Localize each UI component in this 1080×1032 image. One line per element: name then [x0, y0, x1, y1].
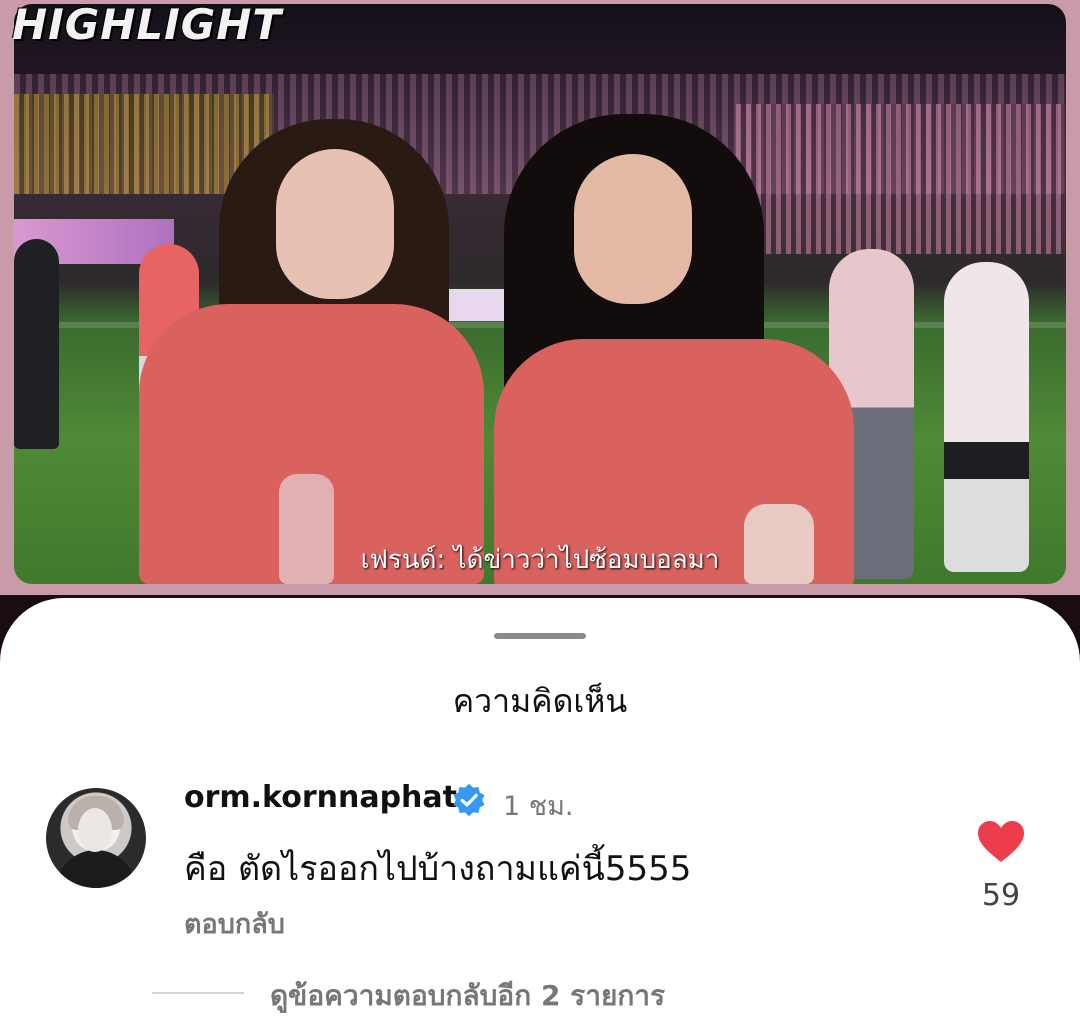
heart-icon[interactable] [977, 820, 1025, 864]
background-person [944, 262, 1029, 572]
comments-sheet: ความคิดเห็น orm.kornnaphat 1 ชม. คือ ตัด… [0, 598, 1080, 1032]
background-person [14, 239, 59, 449]
sheet-title: ความคิดเห็น [452, 682, 628, 720]
avatar[interactable] [46, 788, 146, 888]
comment-timestamp: 1 ชม. [503, 791, 574, 822]
woman-right-face [574, 154, 692, 304]
video-frame[interactable]: เฟรนด์: ได้ข่าวว่าไปซ้อมบอลมา [14, 4, 1066, 584]
comment-username[interactable]: orm.kornnaphat [184, 780, 457, 815]
stadium-stands-right [736, 104, 1066, 254]
thread-divider [152, 992, 244, 994]
drag-handle[interactable] [494, 633, 586, 639]
app-frame: เฟรนด์: ได้ข่าวว่าไปซ้อมบอลมา HIGHLIGHT … [0, 0, 1080, 1032]
avatar-body [56, 850, 136, 888]
woman-left-face [276, 149, 394, 299]
avatar-face [78, 808, 112, 852]
video-subtitle: เฟรนด์: ได้ข่าวว่าไปซ้อมบอลมา [360, 545, 720, 575]
video-player[interactable]: เฟรนด์: ได้ข่าวว่าไปซ้อมบอลมา HIGHLIGHT [0, 0, 1080, 595]
view-replies-button[interactable]: ดูข้อความตอบกลับอีก 2 รายการ [270, 974, 665, 1018]
reply-button[interactable]: ตอบกลับ [184, 902, 285, 945]
comment-text: คือ ตัดไรออกไปบ้างถามแค่นี้5555 [184, 849, 692, 889]
like-count: 59 [981, 878, 1021, 913]
highlight-badge: HIGHLIGHT [12, 0, 283, 49]
verified-badge-icon [453, 783, 485, 817]
